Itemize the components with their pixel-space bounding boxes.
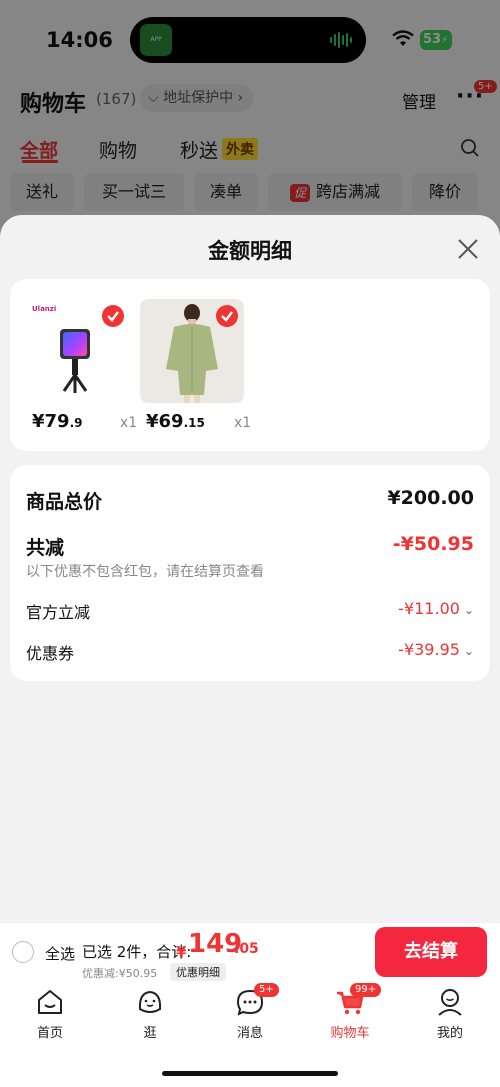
selected-items-card: Ulanzi ¥79.9 x1 ¥69.15 x1	[10, 279, 490, 451]
coupon-amount: -¥39.95	[398, 640, 460, 659]
sum-decimal: .05	[234, 941, 259, 957]
tabbar-cart[interactable]: 99+ 购物车	[310, 983, 390, 1047]
item-price-decimal: .9	[69, 416, 83, 430]
tabbar-home-label: 首页	[36, 1026, 63, 1041]
item-quantity: x1	[234, 415, 252, 431]
chevron-down-icon: ⌄	[463, 644, 474, 658]
official-discount-label: 官方立减	[26, 603, 91, 622]
item-card[interactable]: ¥69.15 x1	[140, 299, 260, 439]
checkout-bar: 全选 已选 2件，合计: ¥ 149 .05 优惠减:¥50.95 优惠明细 去…	[0, 923, 500, 987]
discount-detail-button[interactable]: 优惠明细	[170, 963, 226, 981]
item-price: ¥79.9	[32, 411, 83, 432]
item-price-decimal: .15	[183, 416, 205, 430]
tabbar-messages[interactable]: 5+ 消息	[210, 983, 290, 1047]
tabbar-browse-label: 逛	[143, 1026, 157, 1041]
coupon-label: 优惠券	[26, 644, 75, 663]
checkout-button[interactable]: 去结算	[375, 927, 487, 977]
item-checked-icon[interactable]	[102, 305, 124, 327]
tabbar-me[interactable]: 我的	[410, 987, 490, 1047]
discount-summary: 优惠减:¥50.95	[82, 967, 158, 980]
tabbar-me-label: 我的	[436, 1026, 463, 1041]
brand-logo: Ulanzi	[32, 305, 57, 313]
sum-currency: ¥	[176, 943, 187, 961]
item-price-main: ¥69	[146, 411, 184, 432]
price-summary-card: 商品总价 ¥200.00 共减 -¥50.95 以下优惠不包含红包，请在结算页查…	[10, 465, 490, 681]
cart-badge: 99+	[350, 983, 382, 997]
reduction-row: 共减 -¥50.95	[26, 533, 474, 560]
profile-icon	[438, 989, 462, 1016]
reduction-value: -¥50.95	[392, 533, 474, 555]
browse-face-icon	[138, 990, 162, 1013]
sheet-title: 金额明细	[208, 239, 292, 263]
selected-count-text: 已选 2件，合计:	[82, 943, 192, 961]
background-app: 14:06 APP 53⚡ 购物车 (167) ⌵ 地址保护中 › 管理 ···…	[0, 0, 500, 240]
chevron-down-icon: ⌄	[463, 603, 474, 617]
select-all-radio[interactable]	[12, 941, 34, 963]
total-label: 商品总价	[26, 491, 103, 513]
home-indicator	[162, 1071, 338, 1076]
close-icon[interactable]	[456, 237, 480, 261]
reduction-note: 以下优惠不包含红包，请在结算页查看	[26, 564, 264, 580]
tabbar-messages-label: 消息	[236, 1026, 263, 1041]
coupon-row[interactable]: 优惠券 -¥39.95 ⌄	[26, 640, 474, 664]
official-discount-value: -¥11.00 ⌄	[398, 599, 474, 618]
messages-badge: 5+	[254, 983, 279, 997]
total-row: 商品总价 ¥200.00	[26, 487, 474, 514]
item-checked-icon[interactable]	[216, 305, 238, 327]
tabbar-browse[interactable]: 逛	[110, 987, 190, 1047]
official-discount-row[interactable]: 官方立减 -¥11.00 ⌄	[26, 599, 474, 623]
coupon-value: -¥39.95 ⌄	[398, 640, 474, 659]
tabbar-home[interactable]: 首页	[10, 987, 90, 1047]
bottom-tabbar: 首页 逛 5+ 消息 99+ 购物车 我的	[0, 983, 500, 1087]
total-value: ¥200.00	[387, 487, 474, 509]
item-price-main: ¥79	[32, 411, 70, 432]
home-icon	[38, 990, 62, 1014]
modal-backdrop[interactable]	[0, 0, 500, 240]
select-all-label[interactable]: 全选	[45, 943, 75, 964]
reduction-label: 共减	[26, 537, 65, 559]
item-card[interactable]: Ulanzi ¥79.9 x1	[26, 299, 146, 439]
item-price: ¥69.15	[146, 411, 205, 432]
official-discount-amount: -¥11.00	[398, 599, 460, 618]
item-quantity: x1	[120, 415, 138, 431]
tabbar-cart-label: 购物车	[330, 1026, 370, 1041]
